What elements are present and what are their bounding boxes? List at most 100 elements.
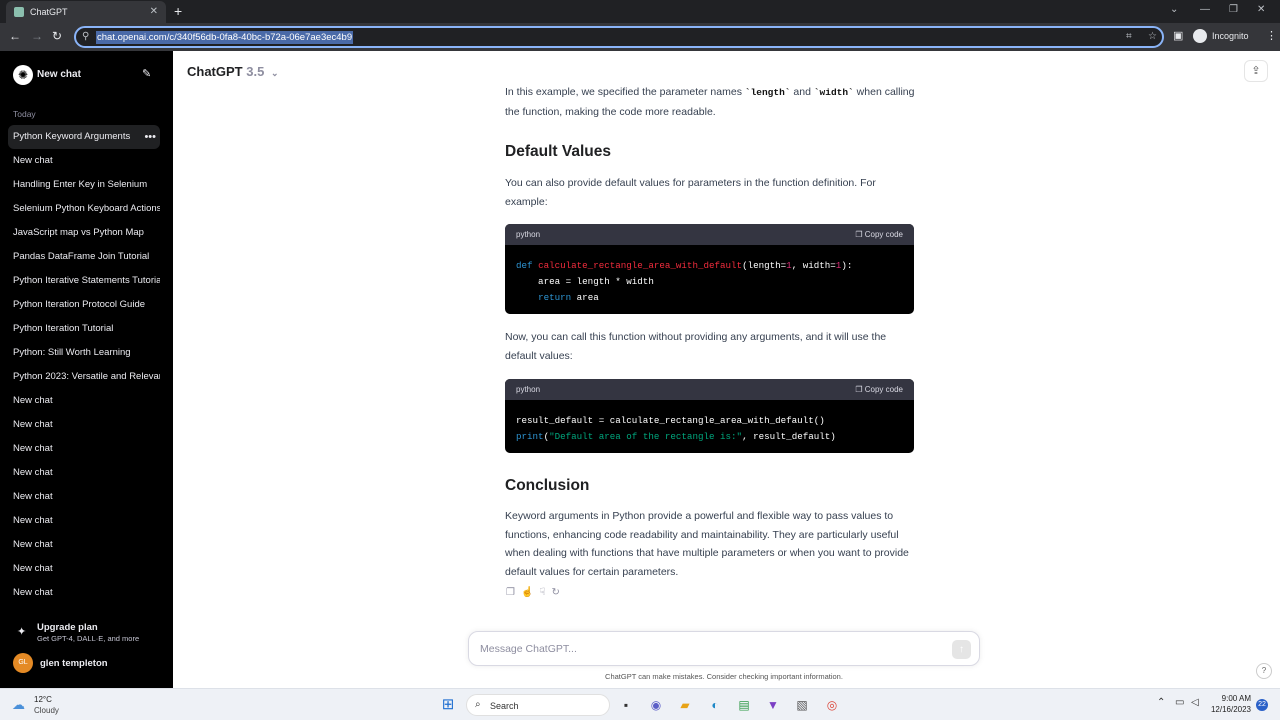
minimize-icon[interactable]: — xyxy=(1200,4,1210,15)
browser-tab[interactable]: ChatGPT ✕ xyxy=(6,1,166,23)
sparkle-icon: ✦ xyxy=(17,626,27,638)
incognito-icon xyxy=(1193,29,1207,43)
help-icon[interactable]: ? xyxy=(1256,663,1272,679)
user-menu[interactable]: GL glen templeton xyxy=(13,653,163,673)
sidebar-item[interactable]: Python: Still Worth Learning xyxy=(8,341,160,365)
model-selector[interactable]: ChatGPT 3.5 ⌄ xyxy=(187,64,279,79)
url-text[interactable]: chat.openai.com/c/340f56db-0fa8-40bc-b72… xyxy=(96,31,354,44)
edge-icon[interactable]: ◐ xyxy=(705,695,725,715)
code-language-label: python xyxy=(516,230,541,239)
sidebar-item[interactable]: JavaScript map vs Python Map xyxy=(8,221,160,245)
message-input[interactable]: Message ChatGPT... ↑ xyxy=(468,631,980,666)
app-icon[interactable]: ▧ xyxy=(792,695,812,715)
sidebar-item[interactable]: New chat xyxy=(8,533,160,557)
sidebar-item[interactable]: New chat xyxy=(8,485,160,509)
chrome-icon[interactable]: ◎ xyxy=(822,695,842,715)
code-block-header: python ❐ Copy code xyxy=(505,379,914,400)
sidebar-item[interactable]: New chat xyxy=(8,557,160,581)
sidebar-item[interactable]: Handling Enter Key in Selenium xyxy=(8,173,160,197)
sidebar-item[interactable]: New chat xyxy=(8,461,160,485)
bookmark-star-icon[interactable]: ☆ xyxy=(1148,31,1157,42)
tab-search-icon[interactable]: ⌄ xyxy=(1170,4,1178,15)
sidebar-item-label: Handling Enter Key in Selenium xyxy=(13,179,148,190)
sidebar-item-label: Python: Still Worth Learning xyxy=(13,347,131,358)
sidebar-item-label: New chat xyxy=(13,539,53,550)
weather-temperature[interactable]: 12°C xyxy=(34,695,52,704)
copy-code-button[interactable]: ❐ Copy code xyxy=(855,385,903,394)
side-panel-icon[interactable]: ▣ xyxy=(1173,29,1183,42)
compose-icon[interactable]: ✎ xyxy=(142,67,151,80)
cloud-icon[interactable]: ☁ xyxy=(12,697,25,713)
sidebar-item[interactable]: Python Keyword Arguments ••• xyxy=(8,125,160,149)
regenerate-icon[interactable]: ↻ xyxy=(552,587,566,598)
share-icon[interactable]: ⇪ xyxy=(1244,60,1268,82)
new-chat-label: New chat xyxy=(37,69,81,80)
notification-badge[interactable]: 22 xyxy=(1256,699,1268,711)
call-paragraph: Now, you can call this function without … xyxy=(505,331,887,362)
sidebar-item[interactable]: Selenium Python Keyboard Actions xyxy=(8,197,160,221)
sidebar-item[interactable]: Pandas DataFrame Join Tutorial xyxy=(8,245,160,269)
sidebar-item-label: New chat xyxy=(13,467,53,478)
file-explorer-icon[interactable]: ▰ xyxy=(675,695,695,715)
close-window-icon[interactable]: ✕ xyxy=(1257,4,1265,15)
openai-logo-icon: ✺ xyxy=(13,65,33,85)
sidebar-item[interactable]: New chat xyxy=(8,581,160,605)
weather-description[interactable]: Cloudy xyxy=(34,706,59,715)
network-icon[interactable]: ▭ xyxy=(1175,697,1184,708)
new-tab-icon[interactable]: + xyxy=(174,3,182,19)
code-token: def xyxy=(516,260,533,271)
thumbs-down-icon[interactable]: ☟ xyxy=(539,587,551,598)
address-bar[interactable]: ⚲ chat.openai.com/c/340f56db-0fa8-40bc-b… xyxy=(74,26,1164,48)
store-icon[interactable]: ▤ xyxy=(734,695,754,715)
sidebar-item[interactable]: Python Iteration Protocol Guide xyxy=(8,293,160,317)
volume-icon[interactable]: ◁ xyxy=(1191,697,1199,708)
code-token: , result_default) xyxy=(742,431,836,442)
send-icon[interactable]: ↑ xyxy=(952,640,971,659)
site-info-icon[interactable]: ⚲ xyxy=(82,31,89,42)
incognito-profile[interactable]: Incognito xyxy=(1193,29,1249,43)
clock-time[interactable]: 9:00 AM xyxy=(1213,694,1251,703)
sidebar-item[interactable]: Python Iterative Statements Tutorial xyxy=(8,269,160,293)
sidebar-item-label: Python Iterative Statements Tutorial xyxy=(13,275,160,286)
sidebar-item[interactable]: New chat xyxy=(8,509,160,533)
chevron-up-icon[interactable]: ⌃ xyxy=(1157,697,1165,708)
browser-toolbar: ← → ↻ ⚲ chat.openai.com/c/340f56db-0fa8-… xyxy=(0,23,1280,51)
clock-date[interactable]: 12/16/2023 xyxy=(1207,705,1251,714)
upgrade-plan-button[interactable]: ✦ Upgrade plan Get GPT-4, DALL·E, and mo… xyxy=(13,621,163,647)
model-name: ChatGPT xyxy=(187,64,243,79)
copy-code-label: Copy code xyxy=(864,385,903,394)
sidebar-item-label: Python Iteration Protocol Guide xyxy=(13,299,146,310)
app-icon[interactable]: ▼ xyxy=(763,695,783,715)
copy-code-button[interactable]: ❐ Copy code xyxy=(855,230,903,239)
sidebar-item[interactable]: New chat xyxy=(8,413,160,437)
sidebar: ✺ New chat ✎ Today Python Keyword Argume… xyxy=(0,51,173,688)
conclusion-paragraph: Keyword arguments in Python provide a po… xyxy=(505,510,909,578)
thumbs-up-icon[interactable]: ☝ xyxy=(521,587,539,598)
forward-icon[interactable]: → xyxy=(31,29,43,43)
back-icon[interactable]: ← xyxy=(9,29,21,43)
sidebar-item[interactable]: Python 2023: Versatile and Relevant xyxy=(8,365,160,389)
code-language-label: python xyxy=(516,385,541,394)
sidebar-item[interactable]: New chat xyxy=(8,437,160,461)
task-view-icon[interactable]: ▪ xyxy=(616,695,636,715)
new-chat-button[interactable]: ✺ New chat ✎ xyxy=(0,63,173,87)
copy-icon[interactable]: ❐ xyxy=(506,587,521,598)
sidebar-item[interactable]: New chat xyxy=(8,149,160,173)
qr-code-icon[interactable]: ⌗ xyxy=(1126,31,1132,42)
restore-icon[interactable]: ❐ xyxy=(1229,4,1238,15)
code-token: calculate_rectangle_area_with_default xyxy=(538,260,743,271)
more-options-icon[interactable]: ••• xyxy=(144,125,156,149)
copy-code-label: Copy code xyxy=(864,230,903,239)
taskbar-search[interactable]: ⌕ Search xyxy=(466,694,610,716)
sidebar-item[interactable]: Python Iteration Tutorial xyxy=(8,317,160,341)
clipboard-icon: ❐ xyxy=(855,230,865,239)
windows-start-icon[interactable]: ⊞ xyxy=(438,695,458,715)
sidebar-item-label: New chat xyxy=(13,515,53,526)
code-block-header: python ❐ Copy code xyxy=(505,224,914,245)
browser-menu-icon[interactable]: ⋮ xyxy=(1266,29,1277,42)
sidebar-item[interactable]: New chat xyxy=(8,389,160,413)
close-tab-icon[interactable]: ✕ xyxy=(150,6,158,17)
reload-icon[interactable]: ↻ xyxy=(52,29,62,43)
intro-paragraph: In this example, we specified the parame… xyxy=(505,83,915,121)
chat-app-icon[interactable]: ◉ xyxy=(646,695,666,715)
